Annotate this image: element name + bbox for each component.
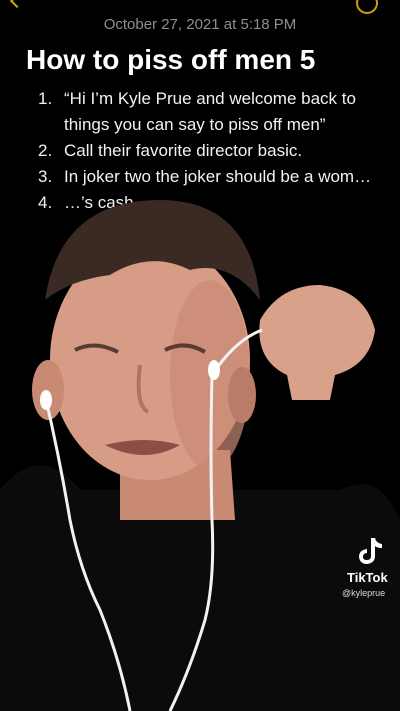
list-item: 1. “Hi I’m Kyle Prue and welcome back to … bbox=[38, 86, 383, 138]
back-chevron-icon[interactable] bbox=[9, 0, 25, 9]
list-item: 3. In joker two the joker should be a wom… bbox=[38, 164, 383, 190]
list-item-text: “Hi I’m Kyle Prue and welcome back to th… bbox=[64, 89, 356, 134]
list-item: 2. Call their favorite director basic. bbox=[38, 138, 383, 164]
note-title: How to piss off men 5 bbox=[26, 44, 316, 75]
list-item-number: 1. bbox=[38, 89, 53, 108]
person-video-overlay bbox=[0, 200, 400, 711]
tiktok-note-icon bbox=[359, 538, 382, 564]
tiktok-brand-label: TikTok bbox=[347, 570, 388, 585]
list-item-text: Call their favorite director basic. bbox=[64, 141, 303, 160]
note-date: October 27, 2021 at 5:18 PM bbox=[103, 16, 297, 33]
list-item-text: In joker two the joker should be a wom… bbox=[64, 167, 372, 186]
more-options-icon[interactable] bbox=[356, 0, 378, 14]
tiktok-username: @kyleprue bbox=[342, 588, 386, 598]
list-item-number: 2. bbox=[38, 141, 53, 160]
list-item-number: 3. bbox=[38, 167, 53, 186]
